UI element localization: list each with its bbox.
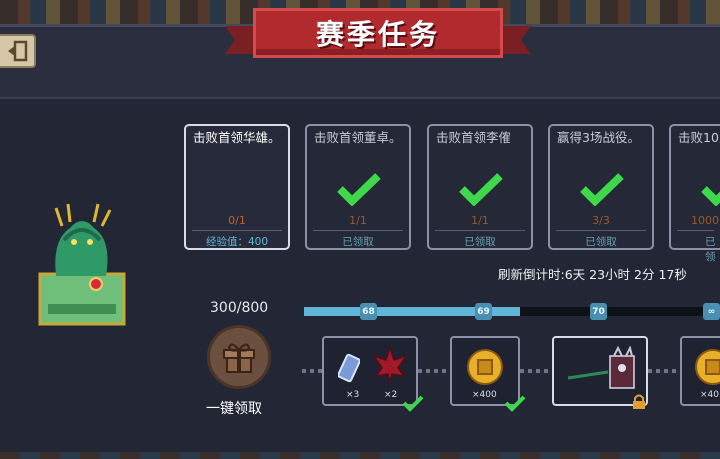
quest-title: 击败首领李傕 <box>436 130 512 145</box>
level-node: 70 <box>590 303 607 320</box>
quest-title: 击败首领董卓。 <box>314 130 402 145</box>
quest-progress: 1/1 <box>471 214 489 227</box>
reward-count: ×40 <box>700 390 719 400</box>
quest-progress: 1000 <box>691 214 719 227</box>
maple-leaf-icon <box>372 346 408 383</box>
claimed-check-icon <box>504 395 526 412</box>
quest-reward: 已领取 <box>464 236 496 248</box>
jade-dragon-statue-icon <box>38 203 126 326</box>
page-title: 赛季任务 <box>315 18 440 51</box>
quest-card[interactable]: 击败首领董卓。 1/1 已领取 <box>305 124 411 250</box>
quest-card[interactable]: 击败首领华雄。 0/1 经验值：400 <box>184 124 290 250</box>
level-node: 69 <box>475 303 492 320</box>
gold-coin-icon <box>695 349 720 385</box>
checkmark-icon <box>701 186 720 206</box>
back-button[interactable] <box>0 34 36 68</box>
quest-reward: 已领取 <box>585 236 617 248</box>
quest-progress: 1/1 <box>349 214 367 227</box>
level-node: 68 <box>360 303 377 320</box>
reward-count: ×400 <box>472 390 497 400</box>
reward-slot[interactable]: ×3 ×2 <box>322 336 424 412</box>
gold-coin-icon <box>467 349 503 385</box>
ticket-icon <box>338 353 360 383</box>
quest-reward: 已领取 <box>342 236 374 248</box>
checkmark-icon <box>337 173 381 206</box>
refresh-countdown: 刷新倒计时:6天 23小时 2分 17秒 <box>498 267 687 282</box>
quest-reward: 已领 <box>705 236 716 263</box>
claimed-check-icon <box>402 395 424 412</box>
reward-count: ×3 <box>346 390 360 400</box>
quest-reward: 经验值：400 <box>205 236 269 248</box>
reward-slot[interactable]: ×400 <box>450 336 526 412</box>
title-banner: 赛季任务 <box>225 8 531 64</box>
reward-slot[interactable]: ×40 <box>680 336 720 406</box>
checkmark-icon <box>580 173 624 206</box>
claim-all-label: 一键领取 <box>206 401 262 417</box>
season-points: 300/800 <box>210 300 269 316</box>
quest-title: 赢得3场战役。 <box>557 130 640 145</box>
reward-slot[interactable] <box>552 336 648 409</box>
level-node: ∞ <box>703 303 720 320</box>
quest-card[interactable]: 击败10人。 1000 已领 <box>669 124 720 263</box>
quest-progress: 3/3 <box>592 214 610 227</box>
quest-title: 击败首领华雄。 <box>193 130 281 145</box>
checkmark-icon <box>459 173 503 206</box>
reward-count: ×2 <box>384 390 398 400</box>
claim-all-button[interactable] <box>207 325 271 389</box>
bottom-decor-strip <box>0 452 720 459</box>
quest-progress: 0/1 <box>228 214 246 227</box>
exit-icon <box>8 40 28 62</box>
lock-icon <box>633 394 645 409</box>
gift-icon <box>223 343 255 373</box>
quest-card[interactable]: 赢得3场战役。 3/3 已领取 <box>548 124 654 250</box>
quest-title: 击败10人。 <box>678 130 720 145</box>
quest-card[interactable]: 击败首领李傕 1/1 已领取 <box>427 124 533 250</box>
weapon-skin-icon <box>567 346 635 389</box>
